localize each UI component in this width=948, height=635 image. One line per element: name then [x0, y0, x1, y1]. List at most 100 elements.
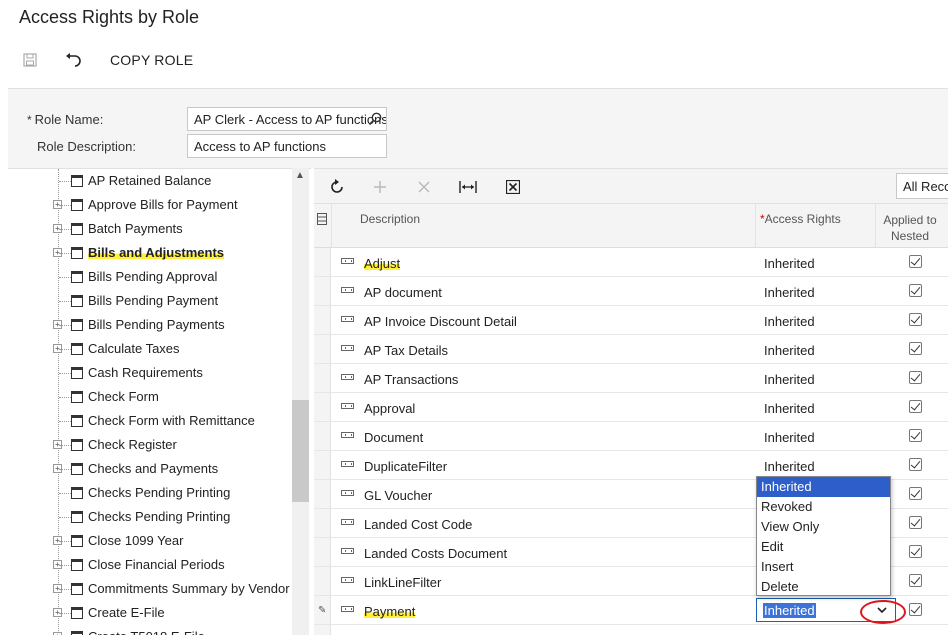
column-description[interactable]: Description — [360, 212, 420, 226]
column-access-rights-text: Access Rights — [764, 212, 841, 226]
row-description: Approval — [364, 401, 416, 416]
table-row[interactable]: AP document Inherited — [314, 277, 948, 306]
row-menu-icon[interactable] — [341, 548, 354, 554]
row-access-rights[interactable]: Inherited — [764, 372, 815, 387]
tree-connector — [59, 229, 71, 230]
tree-connector — [59, 493, 71, 494]
row-menu-icon[interactable] — [341, 432, 354, 438]
table-row[interactable]: Approval Inherited — [314, 393, 948, 422]
tree-item[interactable]: Bills Pending Payment — [8, 289, 293, 313]
scroll-thumb[interactable] — [292, 400, 309, 502]
row-access-rights[interactable]: Inherited — [764, 314, 815, 329]
column-settings-icon[interactable] — [317, 212, 327, 230]
delete-row-icon[interactable] — [415, 178, 433, 196]
row-menu-icon[interactable] — [341, 403, 354, 409]
row-menu-icon[interactable] — [341, 519, 354, 525]
tree-item[interactable]: + Close Financial Periods — [8, 553, 293, 577]
table-row[interactable]: Document Inherited — [314, 422, 948, 451]
page-title: Access Rights by Role — [19, 7, 200, 27]
row-menu-icon[interactable] — [341, 287, 354, 293]
dropdown-option[interactable]: Delete — [757, 577, 890, 597]
copy-role-button[interactable]: COPY ROLE — [110, 52, 193, 68]
row-access-rights[interactable]: Inherited — [764, 285, 815, 300]
tree-item[interactable]: +Create T5018 E-File — [8, 625, 293, 635]
tree-item[interactable]: + Batch Payments — [8, 217, 293, 241]
row-access-rights[interactable]: Inherited — [764, 256, 815, 271]
row-menu-icon[interactable] — [341, 345, 354, 351]
tree-item[interactable]: Check Form — [8, 385, 293, 409]
applied-to-nested-checkbox[interactable] — [909, 516, 922, 529]
row-menu-icon[interactable] — [341, 606, 354, 612]
tree-connector — [59, 301, 71, 302]
row-menu-icon[interactable] — [341, 316, 354, 322]
applied-to-nested-checkbox[interactable] — [909, 487, 922, 500]
row-menu-icon[interactable] — [341, 258, 354, 264]
undo-icon[interactable] — [64, 51, 82, 69]
applied-to-nested-checkbox[interactable] — [909, 574, 922, 587]
tree-item[interactable]: Checks Pending Printing — [8, 481, 293, 505]
column-applied-to-nested[interactable]: Applied to Nested — [880, 212, 940, 244]
fit-columns-icon[interactable] — [459, 178, 477, 196]
applied-to-nested-checkbox[interactable] — [909, 603, 922, 616]
refresh-icon[interactable] — [328, 178, 346, 196]
tree-item[interactable]: + Commitments Summary by Vendor — [8, 577, 293, 601]
applied-to-nested-checkbox[interactable] — [909, 313, 922, 326]
tree-item[interactable]: + Create E-File — [8, 601, 293, 625]
column-access-rights[interactable]: *Access Rights — [760, 212, 841, 226]
table-row[interactable]: AP Tax Details Inherited — [314, 335, 948, 364]
row-menu-icon[interactable] — [341, 490, 354, 496]
row-access-rights[interactable]: Inherited — [764, 459, 815, 474]
row-menu-icon[interactable] — [341, 577, 354, 583]
applied-to-nested-checkbox[interactable] — [909, 342, 922, 355]
applied-to-nested-checkbox[interactable] — [909, 255, 922, 268]
tree-item[interactable]: + Approve Bills for Payment — [8, 193, 293, 217]
add-row-icon[interactable] — [371, 178, 389, 196]
dropdown-option[interactable]: Inherited — [757, 477, 890, 497]
tree-item[interactable]: Check Form with Remittance — [8, 409, 293, 433]
role-name-field[interactable]: AP Clerk - Access to AP functions — [187, 107, 387, 131]
tree-item[interactable]: + Checks and Payments — [8, 457, 293, 481]
applied-to-nested-checkbox[interactable] — [909, 400, 922, 413]
tree-scrollbar[interactable]: ▲ — [292, 168, 309, 635]
screen-icon — [71, 415, 83, 427]
tree-item[interactable]: Bills Pending Approval — [8, 265, 293, 289]
scroll-up-icon[interactable]: ▲ — [295, 170, 305, 181]
tree-connector — [59, 349, 71, 350]
tree-item[interactable]: Cash Requirements — [8, 361, 293, 385]
screen-icon — [71, 247, 83, 259]
tree-item[interactable]: + Calculate Taxes — [8, 337, 293, 361]
tree-item[interactable]: AP Retained Balance — [8, 169, 293, 193]
tree-item[interactable]: + Check Register — [8, 433, 293, 457]
dropdown-option[interactable]: Edit — [757, 537, 890, 557]
filter-select[interactable]: All Records — [896, 173, 948, 199]
tree-item[interactable]: + Close 1099 Year — [8, 529, 293, 553]
table-row[interactable]: AP Transactions Inherited — [314, 364, 948, 393]
screen-icon — [71, 343, 83, 355]
column-divider — [755, 204, 756, 248]
row-access-rights[interactable]: Inherited — [764, 430, 815, 445]
table-row[interactable]: ✎ Payment Inherited — [314, 596, 948, 625]
search-icon[interactable] — [367, 111, 383, 127]
row-access-rights[interactable]: Inherited — [764, 343, 815, 358]
save-icon[interactable] — [21, 51, 39, 69]
grid-toolbar: All Records — [314, 168, 948, 204]
table-row[interactable]: AP Invoice Discount Detail Inherited — [314, 306, 948, 335]
row-menu-icon[interactable] — [341, 461, 354, 467]
applied-to-nested-checkbox[interactable] — [909, 545, 922, 558]
applied-to-nested-checkbox[interactable] — [909, 458, 922, 471]
excel-export-icon[interactable] — [504, 178, 522, 196]
tree-item[interactable]: Checks Pending Printing — [8, 505, 293, 529]
table-row[interactable]: Adjust Inherited — [314, 248, 948, 277]
dropdown-option[interactable]: Revoked — [757, 497, 890, 517]
applied-to-nested-checkbox[interactable] — [909, 429, 922, 442]
tree-item[interactable]: + Bills and Adjustments — [8, 241, 293, 265]
applied-to-nested-checkbox[interactable] — [909, 371, 922, 384]
applied-to-nested-checkbox[interactable] — [909, 284, 922, 297]
tree-item-label: AP Retained Balance — [88, 173, 212, 188]
tree-item[interactable]: + Bills Pending Payments — [8, 313, 293, 337]
dropdown-option[interactable]: Insert — [757, 557, 890, 577]
row-access-rights[interactable]: Inherited — [764, 401, 815, 416]
dropdown-option[interactable]: View Only — [757, 517, 890, 537]
role-description-field[interactable]: Access to AP functions — [187, 134, 387, 158]
row-menu-icon[interactable] — [341, 374, 354, 380]
